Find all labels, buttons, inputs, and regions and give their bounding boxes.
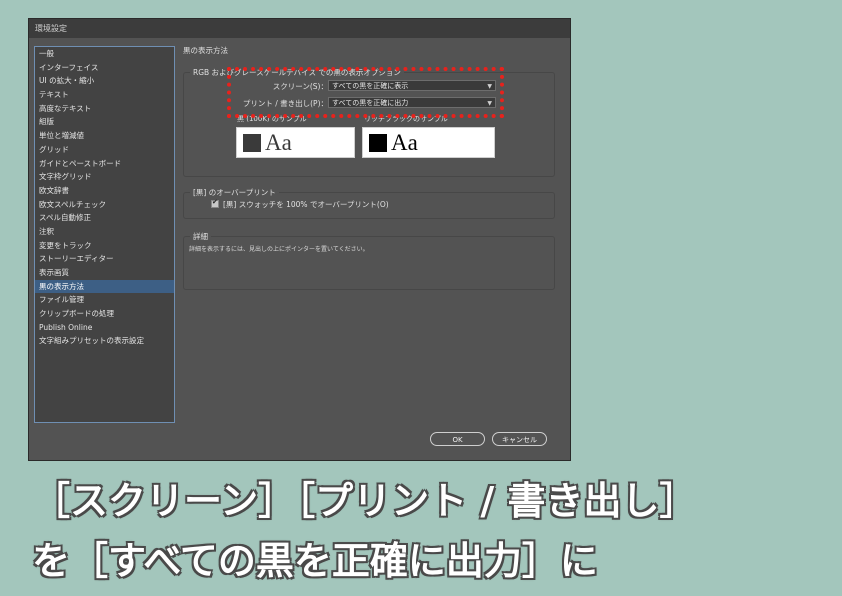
sidebar-item[interactable]: 注釈: [35, 225, 174, 239]
rgb-group-legend: RGB およびグレースケールデバイス での黒の表示オプション: [190, 67, 404, 78]
black-swatch: [369, 134, 387, 152]
detail-group-legend: 詳細: [190, 231, 211, 242]
sidebar-item[interactable]: 文字枠グリッド: [35, 170, 174, 184]
chevron-down-icon: ▼: [487, 83, 492, 90]
section-title: 黒の表示方法: [183, 46, 228, 55]
sidebar-item[interactable]: 単位と増減値: [35, 129, 174, 143]
print-export-select-value: すべての黒を正確に出力: [332, 99, 409, 107]
dialog-title: 環境設定: [29, 19, 570, 38]
sidebar-item[interactable]: 一般: [35, 47, 174, 61]
sidebar-item[interactable]: グリッド: [35, 143, 174, 157]
sidebar-item[interactable]: 黒の表示方法: [35, 279, 174, 294]
overprint-checkbox[interactable]: ✔: [211, 198, 219, 208]
sample-rich-black-label: リッチブラックのサンプル: [364, 115, 448, 123]
sample-100k-label: 黒 (100K) のサンプル: [237, 115, 307, 123]
cancel-button[interactable]: キャンセル: [492, 432, 547, 446]
chevron-down-icon: ▼: [487, 100, 492, 107]
sidebar-item[interactable]: 変更をトラック: [35, 239, 174, 253]
sample-text: Aa: [265, 130, 292, 155]
sidebar-item[interactable]: 組版: [35, 115, 174, 129]
sidebar-item[interactable]: スペル自動修正: [35, 211, 174, 225]
sidebar-item[interactable]: 欧文辞書: [35, 184, 174, 198]
sidebar-item[interactable]: インターフェイス: [35, 61, 174, 75]
sidebar-item[interactable]: 表示画質: [35, 266, 174, 280]
sidebar-item[interactable]: ストーリーエディター: [35, 252, 174, 266]
print-export-label: プリント / 書き出し(P)：: [242, 99, 328, 108]
screen-select[interactable]: すべての黒を正確に表示 ▼: [328, 80, 496, 91]
sidebar-item[interactable]: 欧文スペルチェック: [35, 198, 174, 212]
sample-rich-black-preview: Aa: [362, 127, 495, 158]
sidebar-item[interactable]: ファイル管理: [35, 293, 174, 307]
print-export-select[interactable]: すべての黒を正確に出力 ▼: [328, 97, 496, 108]
sidebar-item[interactable]: ガイドとペーストボード: [35, 157, 174, 171]
screen-select-value: すべての黒を正確に表示: [332, 82, 409, 90]
sidebar-item[interactable]: UI の拡大・縮小: [35, 74, 174, 88]
black-swatch: [243, 134, 261, 152]
sidebar-item[interactable]: 高度なテキスト: [35, 102, 174, 116]
ok-button[interactable]: OK: [430, 432, 485, 446]
check-icon: ✔: [212, 198, 218, 206]
screen-label: スクリーン(S)：: [272, 82, 328, 91]
caption-line-1: ［スクリーン］［プリント / 書き出し］: [31, 478, 698, 524]
sidebar-item[interactable]: 文字組みプリセットの表示設定: [35, 334, 174, 348]
sidebar-item[interactable]: Publish Online: [35, 321, 174, 335]
detail-text: 詳細を表示するには、見出しの上にポインターを置いてください。: [189, 246, 369, 253]
preferences-sidebar: 一般 インターフェイス UI の拡大・縮小 テキスト 高度なテキスト 組版 単位と増減値 グリ…: [34, 46, 175, 423]
caption-line-2: を［すべての黒を正確に出力］に: [31, 538, 599, 584]
overprint-checkbox-label[interactable]: [黒] スウォッチを 100% でオーバープリント(O): [223, 199, 389, 210]
sidebar-item[interactable]: クリップボードの処理: [35, 307, 174, 321]
sidebar-item[interactable]: テキスト: [35, 88, 174, 102]
sample-100k-preview: Aa: [236, 127, 355, 158]
sample-text: Aa: [391, 130, 418, 155]
overprint-group-legend: [黒] のオーバープリント: [190, 187, 279, 198]
